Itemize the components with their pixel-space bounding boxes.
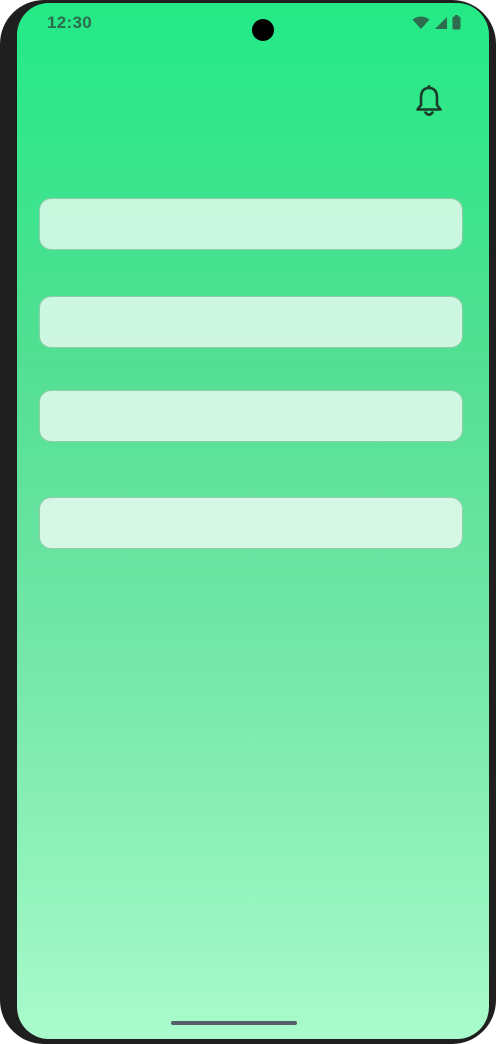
status-bar: 12:30 <box>17 3 489 43</box>
device-frame: 12:30 <box>0 0 496 1044</box>
input-field-4[interactable] <box>39 497 463 549</box>
status-icons <box>412 15 461 35</box>
input-field-3[interactable] <box>39 390 463 442</box>
gesture-navigation-bar[interactable] <box>171 1021 297 1025</box>
cellular-signal-icon <box>434 16 448 35</box>
battery-icon <box>452 15 461 35</box>
bell-icon[interactable] <box>413 83 445 119</box>
input-field-2[interactable] <box>39 296 463 348</box>
wifi-icon <box>412 16 430 35</box>
input-field-1[interactable] <box>39 198 463 250</box>
front-camera <box>252 19 274 41</box>
status-time: 12:30 <box>47 13 92 32</box>
app-screen: 12:30 <box>17 3 489 1039</box>
